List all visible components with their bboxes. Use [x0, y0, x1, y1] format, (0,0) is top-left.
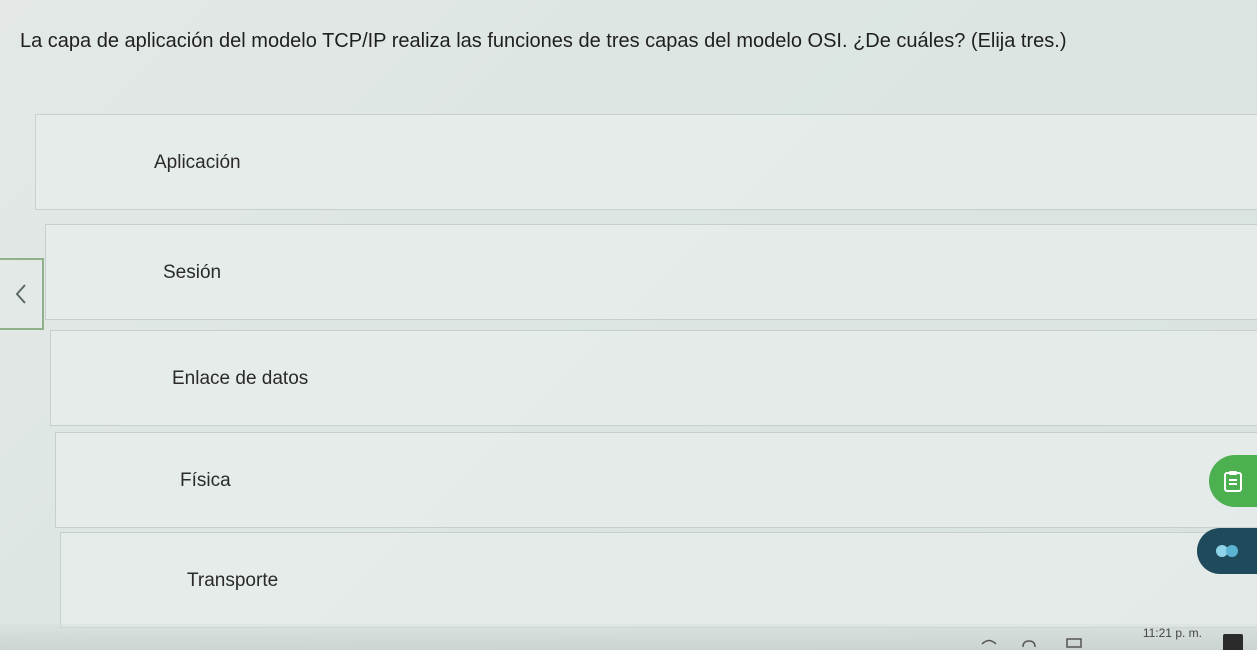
taskbar-clock: 11:21 p. m.	[1142, 626, 1202, 640]
option-aplicacion[interactable]: Aplicación	[35, 114, 1257, 210]
option-label: Sesión	[163, 262, 222, 283]
app-button[interactable]	[1197, 528, 1257, 574]
option-label: Enlace de datos	[172, 368, 309, 389]
clipboard-icon	[1224, 471, 1242, 492]
option-fisica[interactable]: Física	[55, 432, 1257, 528]
option-sesion[interactable]: Sesión	[45, 224, 1257, 320]
option-label: Transporte	[187, 570, 279, 591]
option-enlace-de-datos[interactable]: Enlace de datos	[50, 330, 1257, 426]
display-icon	[1066, 638, 1082, 648]
taskbar: 11:21 p. m.	[0, 624, 1257, 650]
cloud-icon	[1022, 640, 1036, 648]
option-label: Aplicación	[154, 152, 241, 173]
option-label: Física	[180, 470, 231, 491]
app-logo-icon	[1216, 545, 1238, 557]
wifi-icon	[981, 639, 997, 645]
option-transporte[interactable]: Transporte	[60, 532, 1257, 628]
chevron-left-icon	[15, 284, 26, 304]
question-text: La capa de aplicación del modelo TCP/IP …	[20, 30, 1067, 52]
notes-button[interactable]	[1209, 455, 1257, 507]
notification-icon[interactable]	[1223, 634, 1243, 650]
back-button[interactable]	[0, 258, 44, 330]
